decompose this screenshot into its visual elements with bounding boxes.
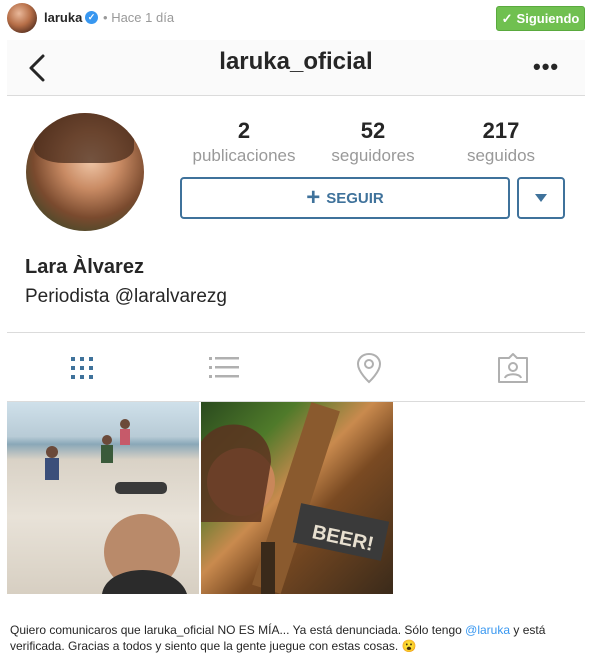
more-icon[interactable]: ••• bbox=[533, 54, 559, 80]
stat-posts-label: publicaciones bbox=[192, 146, 296, 165]
stat-following-value: 217 bbox=[482, 118, 520, 143]
location-icon[interactable] bbox=[352, 351, 386, 385]
grid-icon[interactable] bbox=[65, 351, 99, 385]
plus-icon: + bbox=[306, 184, 321, 211]
stat-posts[interactable]: 2 publicaciones bbox=[179, 118, 309, 166]
stat-following[interactable]: 217 seguidos bbox=[436, 118, 566, 166]
caption-text-part1: Quiero comunicaros que laruka_oficial NO… bbox=[10, 623, 466, 637]
profile-picture bbox=[26, 113, 144, 231]
chevron-down-icon bbox=[535, 194, 547, 202]
stat-posts-value: 2 bbox=[237, 118, 251, 143]
suggestions-dropdown-button[interactable] bbox=[517, 177, 565, 219]
separator-dot: • bbox=[103, 10, 108, 25]
post-header: laruka ✓ • Hace 1 día ✓ Siguiendo bbox=[0, 0, 590, 36]
caption-mention-link[interactable]: @laruka bbox=[465, 623, 510, 637]
profile-full-name: Lara Àlvarez bbox=[25, 256, 144, 278]
profile-bio: Periodista @laralvarezg bbox=[25, 286, 227, 307]
following-button-label: Siguiendo bbox=[516, 11, 580, 26]
stat-followers-value: 52 bbox=[360, 118, 386, 143]
following-button[interactable]: ✓ Siguiendo bbox=[496, 6, 585, 31]
post-thumbnail-beach[interactable] bbox=[7, 402, 199, 594]
tagged-icon[interactable] bbox=[496, 351, 530, 385]
post-thumbnail-beer[interactable]: BEER! bbox=[201, 402, 393, 594]
follow-button[interactable]: + SEGUIR bbox=[180, 177, 510, 219]
stat-following-label: seguidos bbox=[466, 146, 536, 165]
check-icon: ✓ bbox=[501, 10, 513, 26]
list-icon[interactable] bbox=[207, 351, 241, 385]
post-author-avatar[interactable] bbox=[7, 3, 37, 33]
profile-tabs bbox=[7, 332, 585, 402]
follow-button-label: SEGUIR bbox=[326, 189, 384, 207]
profile-navbar: laruka_oficial ••• bbox=[7, 40, 585, 96]
post-caption: Quiero comunicaros que laruka_oficial NO… bbox=[10, 622, 580, 654]
post-author-username[interactable]: laruka bbox=[44, 10, 82, 25]
profile-screenshot: laruka_oficial ••• 2 publicaciones 52 se… bbox=[7, 40, 585, 596]
stat-followers-label: seguidores bbox=[331, 146, 415, 165]
profile-username-title: laruka_oficial bbox=[219, 48, 373, 75]
post-timestamp: • Hace 1 día bbox=[103, 10, 174, 25]
stat-followers[interactable]: 52 seguidores bbox=[308, 118, 438, 166]
verified-icon: ✓ bbox=[85, 11, 98, 24]
post-time-text: Hace 1 día bbox=[111, 10, 175, 25]
